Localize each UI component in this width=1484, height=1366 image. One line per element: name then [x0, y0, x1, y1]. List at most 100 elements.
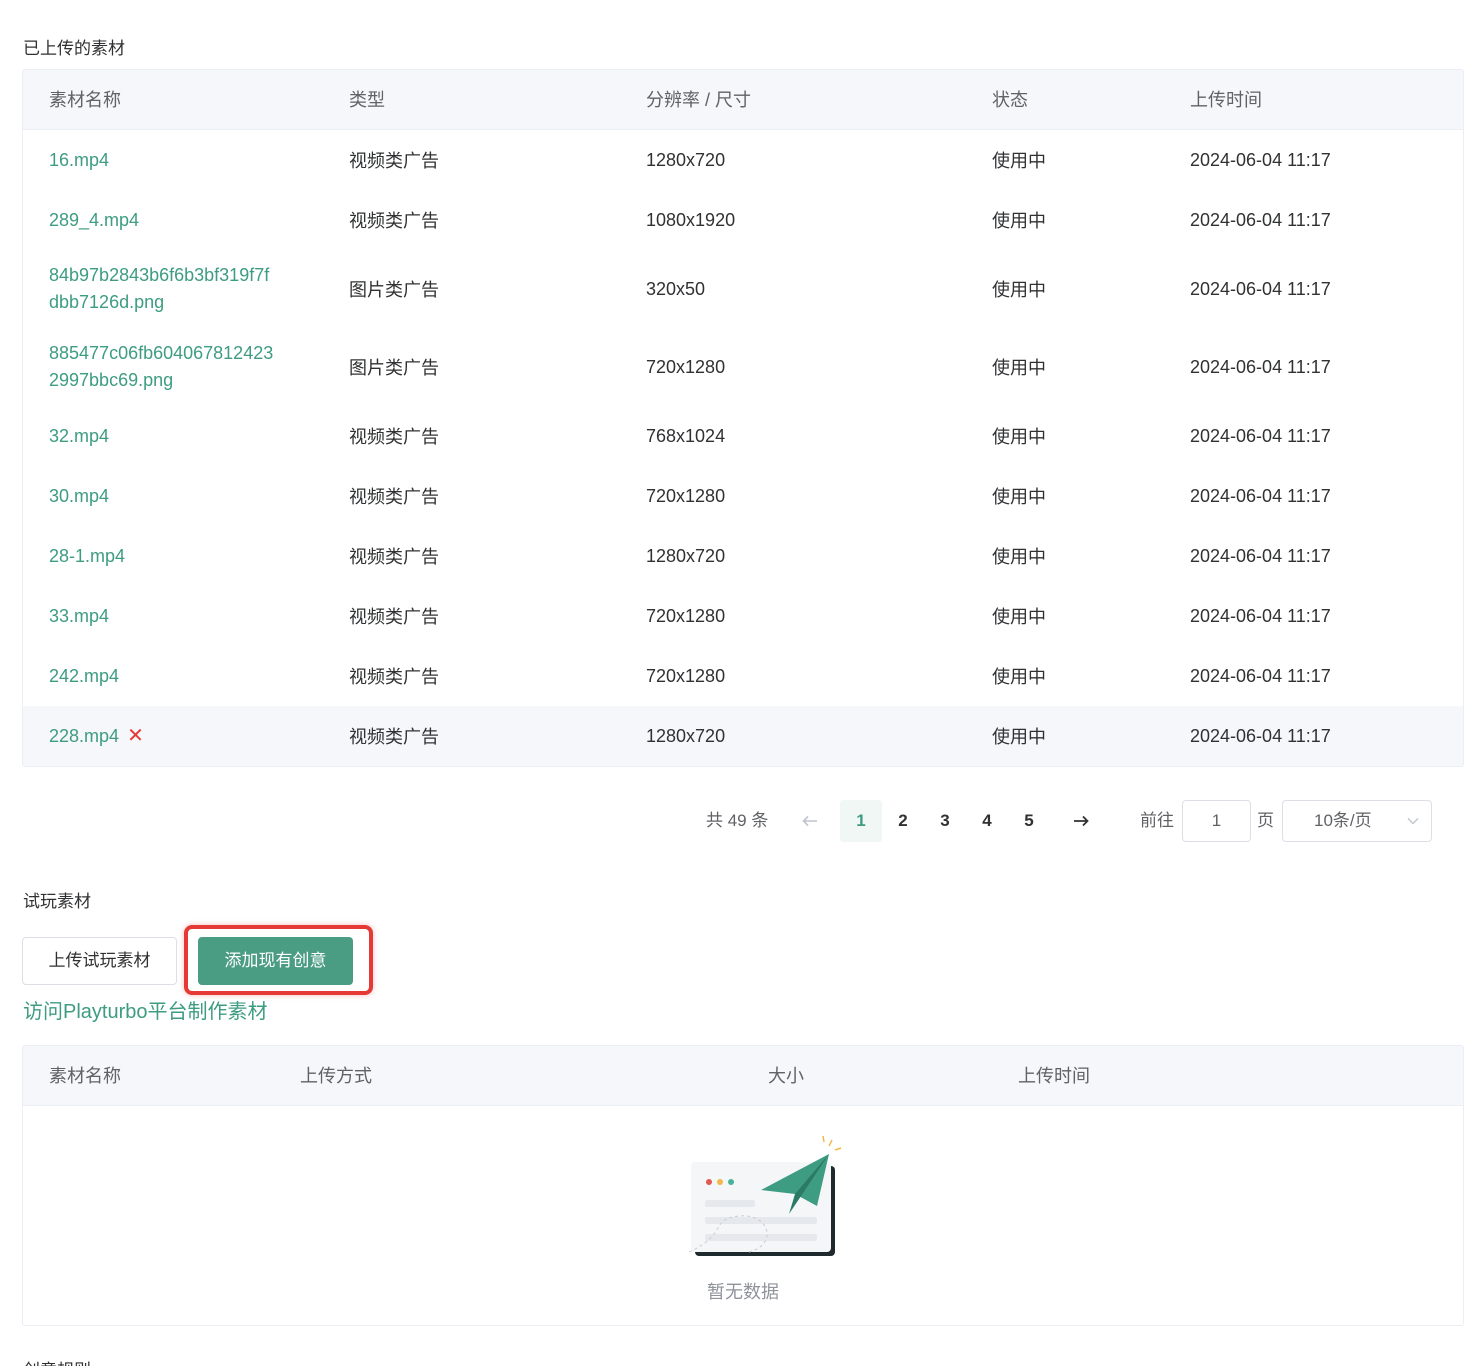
- paper-plane-illustration-icon: [688, 1135, 842, 1256]
- page-size-select[interactable]: 10条/页: [1282, 800, 1432, 842]
- material-name-link[interactable]: 289_4.mp4: [49, 190, 139, 250]
- type-cell: 视频类广告: [349, 466, 439, 526]
- page-3-button[interactable]: 3: [924, 800, 966, 842]
- upload-time-cell: 2024-06-04 11:17: [1190, 466, 1331, 526]
- type-cell: 视频类广告: [349, 706, 439, 766]
- cell-text: 视频类广告: [349, 547, 439, 567]
- arrow-left-icon: [802, 815, 817, 827]
- page-2-button[interactable]: 2: [882, 800, 924, 842]
- table-row: 33.mp4 视频类广告 720x1280 使用中 2024-06-04 11:17: [23, 586, 1463, 646]
- cell-text: 768x1024: [646, 425, 726, 446]
- table-body: 16.mp4 视频类广告 1280x720 使用中 2024-06-04 11:17 28…: [23, 130, 1463, 766]
- cell-text: 720x1280: [646, 665, 726, 686]
- column-header-upload-time: 上传时间: [1018, 1066, 1090, 1086]
- type-cell: 视频类广告: [349, 646, 439, 706]
- resolution-cell: 768x1024: [646, 406, 725, 466]
- page-5-button[interactable]: 5: [1008, 800, 1050, 842]
- cell-text: 720x1280: [646, 485, 726, 506]
- table-header: 素材名称 类型 分辨率 / 尺寸 状态 上传时间: [23, 70, 1463, 130]
- status-cell: 使用中: [992, 190, 1046, 250]
- material-name-link[interactable]: 33.mp4: [49, 586, 109, 646]
- resolution-cell: 720x1280: [646, 466, 725, 526]
- cell-text: 视频类广告: [349, 667, 439, 687]
- type-cell: 视频类广告: [349, 190, 439, 250]
- type-cell: 视频类广告: [349, 130, 439, 190]
- upload-time-cell: 2024-06-04 11:17: [1190, 190, 1331, 250]
- material-name-link[interactable]: 32.mp4: [49, 406, 109, 466]
- table-row: 228.mp4 ✕ 视频类广告 1280x720 使用中 2024-06-04 11:17: [23, 706, 1463, 766]
- add-existing-creative-button[interactable]: 添加现有创意: [198, 937, 353, 985]
- goto-label: 前往: [1140, 811, 1174, 830]
- material-name-link[interactable]: 84b97b2843b6f6b3bf319f7f dbb7126d.png: [49, 250, 269, 328]
- material-name-link[interactable]: 16.mp4: [49, 130, 109, 190]
- resolution-cell: 720x1280: [646, 328, 725, 406]
- upload-trial-material-button[interactable]: 上传试玩素材: [22, 937, 177, 985]
- status-cell: 使用中: [992, 250, 1046, 328]
- cell-text: 1080x1920: [646, 209, 736, 230]
- material-name-link[interactable]: 228.mp4 ✕: [49, 706, 144, 766]
- delete-icon[interactable]: ✕: [127, 723, 144, 750]
- cell-text: 2024-06-04 11:17: [1190, 605, 1331, 626]
- cell-text: 2024-06-04 11:17: [1190, 665, 1331, 686]
- cell-text: 16.mp4: [49, 149, 110, 170]
- material-name-link[interactable]: 242.mp4: [49, 646, 119, 706]
- resolution-cell: 720x1280: [646, 646, 725, 706]
- cell-text: 2024-06-04 11:17: [1190, 545, 1331, 566]
- material-name-link[interactable]: 30.mp4: [49, 466, 109, 526]
- cell-text: 2024-06-04 11:17: [1190, 278, 1331, 299]
- type-cell: 图片类广告: [349, 328, 439, 406]
- cell-text: 使用中: [992, 427, 1046, 447]
- goto-page-input[interactable]: [1182, 800, 1251, 842]
- arrow-right-icon: [1074, 815, 1089, 827]
- resolution-cell: 1280x720: [646, 130, 725, 190]
- next-page-button[interactable]: [1061, 800, 1101, 842]
- trial-section-title: 试玩素材: [23, 892, 91, 911]
- table-header: 素材名称 上传方式 大小 上传时间: [23, 1046, 1463, 1106]
- cell-text: 228.mp4: [49, 725, 120, 746]
- cell-text: 2024-06-04 11:17: [1190, 485, 1331, 506]
- type-cell: 视频类广告: [349, 586, 439, 646]
- cell-text: 使用中: [992, 487, 1046, 507]
- table-row: 289_4.mp4 视频类广告 1080x1920 使用中 2024-06-04 11:…: [23, 190, 1463, 250]
- upload-time-cell: 2024-06-04 11:17: [1190, 706, 1331, 766]
- cell-text: 视频类广告: [349, 211, 439, 231]
- name-line: 2997bbc69.png: [49, 370, 174, 390]
- cell-text: 视频类广告: [349, 607, 439, 627]
- cell-text: 2024-06-04 11:17: [1190, 725, 1331, 746]
- page-1-button[interactable]: 1: [840, 800, 882, 842]
- cell-text: 32.mp4: [49, 425, 110, 446]
- page-size-value: 10条/页: [1314, 811, 1372, 830]
- column-header-upload-time: 上传时间: [1190, 90, 1262, 110]
- cell-text: 28-1.mp4: [49, 545, 126, 566]
- cell-text: 图片类广告: [349, 280, 439, 300]
- cell-text: 图片类广告: [349, 358, 439, 378]
- material-name-link[interactable]: 885477c06fb604067812423 2997bbc69.png: [49, 328, 273, 406]
- page-4-button[interactable]: 4: [966, 800, 1008, 842]
- cell-text: 2024-06-04 11:17: [1190, 149, 1331, 170]
- prev-page-button[interactable]: [790, 800, 830, 842]
- status-cell: 使用中: [992, 646, 1046, 706]
- cell-text: 242.mp4: [49, 665, 120, 686]
- trial-materials-table: 素材名称 上传方式 大小 上传时间 暂无数据: [22, 1045, 1464, 1326]
- playturbo-link[interactable]: 访问Playturbo平台制作素材: [23, 995, 268, 1024]
- cell-text: 视频类广告: [349, 727, 439, 747]
- cell-text: 720x1280: [646, 605, 726, 626]
- column-header-name: 素材名称: [49, 90, 121, 110]
- type-cell: 视频类广告: [349, 406, 439, 466]
- column-header-type: 类型: [349, 90, 385, 110]
- table-row: 16.mp4 视频类广告 1280x720 使用中 2024-06-04 11:17: [23, 130, 1463, 190]
- cell-text: 33.mp4: [49, 605, 110, 626]
- material-name-link[interactable]: 28-1.mp4: [49, 526, 125, 586]
- table-row: 84b97b2843b6f6b3bf319f7f dbb7126d.png 图片类广…: [23, 250, 1463, 328]
- cell-text: 30.mp4: [49, 485, 110, 506]
- resolution-cell: 1280x720: [646, 706, 725, 766]
- pagination-total: 共 49 条: [706, 811, 769, 830]
- name-line: 84b97b2843b6f6b3bf319f7f: [49, 265, 270, 285]
- name-line: dbb7126d.png: [49, 292, 165, 312]
- cell-text: 1280x720: [646, 725, 726, 746]
- resolution-cell: 1080x1920: [646, 190, 735, 250]
- empty-state: 暂无数据: [23, 1106, 1463, 1325]
- cell-text: 视频类广告: [349, 427, 439, 447]
- uploaded-materials-table: 素材名称 类型 分辨率 / 尺寸 状态 上传时间 16.mp4 视频类广告 1280…: [22, 69, 1464, 767]
- cell-text: 2024-06-04 11:17: [1190, 425, 1331, 446]
